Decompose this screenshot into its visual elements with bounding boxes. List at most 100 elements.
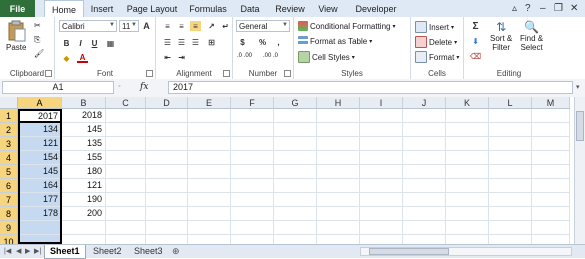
tab-developer[interactable]: Developer [350, 0, 402, 17]
cell-C10[interactable] [106, 235, 146, 244]
increase-decimal-button[interactable]: .0 .00 [237, 53, 252, 59]
top-align-icon[interactable]: ≡ [162, 21, 173, 31]
sheet-tab-sheet3[interactable]: Sheet3 [129, 245, 168, 258]
cell-G1[interactable] [274, 109, 317, 123]
cell-C4[interactable] [106, 151, 146, 165]
cell-L3[interactable] [489, 137, 532, 151]
cell-L7[interactable] [489, 193, 532, 207]
cell-M8[interactable] [532, 207, 570, 221]
cell-L5[interactable] [489, 165, 532, 179]
cut-icon[interactable]: ✂ [34, 21, 41, 30]
cell-H5[interactable] [317, 165, 360, 179]
cell-B1[interactable]: 2018 [62, 109, 106, 123]
wrap-text-icon[interactable]: ↵ [220, 21, 231, 31]
tab-insert[interactable]: Insert [86, 0, 118, 17]
cell-D10[interactable] [146, 235, 188, 244]
cell-K5[interactable] [446, 165, 489, 179]
cell-B6[interactable]: 121 [62, 179, 106, 193]
cell-D5[interactable] [146, 165, 188, 179]
cell-B7[interactable]: 190 [62, 193, 106, 207]
cell-B5[interactable]: 180 [62, 165, 106, 179]
cell-I4[interactable] [360, 151, 403, 165]
cell-M4[interactable] [532, 151, 570, 165]
cell-F7[interactable] [231, 193, 274, 207]
cell-C7[interactable] [106, 193, 146, 207]
cell-D8[interactable] [146, 207, 188, 221]
formula-input[interactable]: 2017 [168, 81, 573, 94]
cell-G9[interactable] [274, 221, 317, 235]
cell-J4[interactable] [403, 151, 446, 165]
cell-E1[interactable] [188, 109, 231, 123]
borders-icon[interactable]: ▦ [105, 38, 116, 48]
cell-J7[interactable] [403, 193, 446, 207]
cell-H10[interactable] [317, 235, 360, 244]
format-cells-button[interactable]: Format ▾ [415, 51, 459, 63]
cell-J8[interactable] [403, 207, 446, 221]
cell-E3[interactable] [188, 137, 231, 151]
middle-align-icon[interactable]: ≡ [176, 21, 187, 31]
cell-L2[interactable] [489, 123, 532, 137]
number-launcher-icon[interactable] [284, 70, 291, 77]
decrease-indent-icon[interactable]: ⇤ [162, 52, 173, 62]
column-header[interactable]: B [62, 97, 106, 109]
cell-A9[interactable] [18, 221, 62, 235]
delete-cells-button[interactable]: Delete ▾ [415, 36, 457, 48]
find-select-button[interactable]: 🔍 Find & Select [520, 20, 543, 52]
column-header[interactable]: F [231, 97, 274, 109]
tab-file[interactable]: File [0, 0, 35, 17]
tab-data[interactable]: Data [236, 0, 264, 17]
cell-B10[interactable] [62, 235, 106, 244]
cell-F3[interactable] [231, 137, 274, 151]
name-box[interactable]: A1 [2, 81, 114, 94]
select-all-button[interactable] [0, 97, 18, 109]
cell-G7[interactable] [274, 193, 317, 207]
cell-E9[interactable] [188, 221, 231, 235]
insert-sheet-icon[interactable]: ⊕ [172, 246, 180, 257]
cell-M9[interactable] [532, 221, 570, 235]
italic-button[interactable]: I [75, 38, 86, 48]
insert-cells-button[interactable]: Insert ▾ [415, 21, 454, 33]
cell-E6[interactable] [188, 179, 231, 193]
column-header[interactable]: G [274, 97, 317, 109]
column-header[interactable]: D [146, 97, 188, 109]
paste-button[interactable]: Paste [6, 20, 26, 52]
cell-E8[interactable] [188, 207, 231, 221]
insert-function-button[interactable]: fx [140, 82, 148, 92]
format-painter-icon[interactable]: 🖌 [34, 49, 44, 58]
cell-A8[interactable]: 178 [18, 207, 62, 221]
cell-K3[interactable] [446, 137, 489, 151]
column-header[interactable]: A [18, 97, 62, 109]
alignment-launcher-icon[interactable] [223, 70, 230, 77]
cell-F8[interactable] [231, 207, 274, 221]
first-sheet-icon[interactable]: |◀ [4, 247, 11, 255]
cell-C8[interactable] [106, 207, 146, 221]
cell-M2[interactable] [532, 123, 570, 137]
cell-H1[interactable] [317, 109, 360, 123]
cell-I6[interactable] [360, 179, 403, 193]
cell-E4[interactable] [188, 151, 231, 165]
grow-font-icon[interactable]: A [141, 21, 152, 31]
row-header[interactable]: 10 [0, 235, 18, 244]
cell-I5[interactable] [360, 165, 403, 179]
bold-button[interactable]: B [61, 38, 72, 48]
column-header[interactable]: L [489, 97, 532, 109]
cell-G8[interactable] [274, 207, 317, 221]
cell-B8[interactable]: 200 [62, 207, 106, 221]
sheet-tab-sheet2[interactable]: Sheet2 [88, 245, 127, 258]
cell-I1[interactable] [360, 109, 403, 123]
number-format-combo[interactable]: General ▼ [236, 20, 290, 32]
cell-B3[interactable]: 135 [62, 137, 106, 151]
cell-H2[interactable] [317, 123, 360, 137]
row-header[interactable]: 4 [0, 151, 18, 165]
cell-E2[interactable] [188, 123, 231, 137]
cell-F4[interactable] [231, 151, 274, 165]
vertical-scroll-thumb[interactable] [576, 111, 584, 141]
cell-M1[interactable] [532, 109, 570, 123]
comma-button[interactable]: , [273, 37, 284, 47]
cell-C9[interactable] [106, 221, 146, 235]
format-as-table-button[interactable]: Format as Table ▾ [298, 36, 372, 46]
fill-color-icon[interactable]: ◆ [61, 53, 72, 63]
merge-center-icon[interactable]: ⊞ [206, 37, 217, 47]
cell-G2[interactable] [274, 123, 317, 137]
tab-formulas[interactable]: Formulas [186, 0, 230, 17]
